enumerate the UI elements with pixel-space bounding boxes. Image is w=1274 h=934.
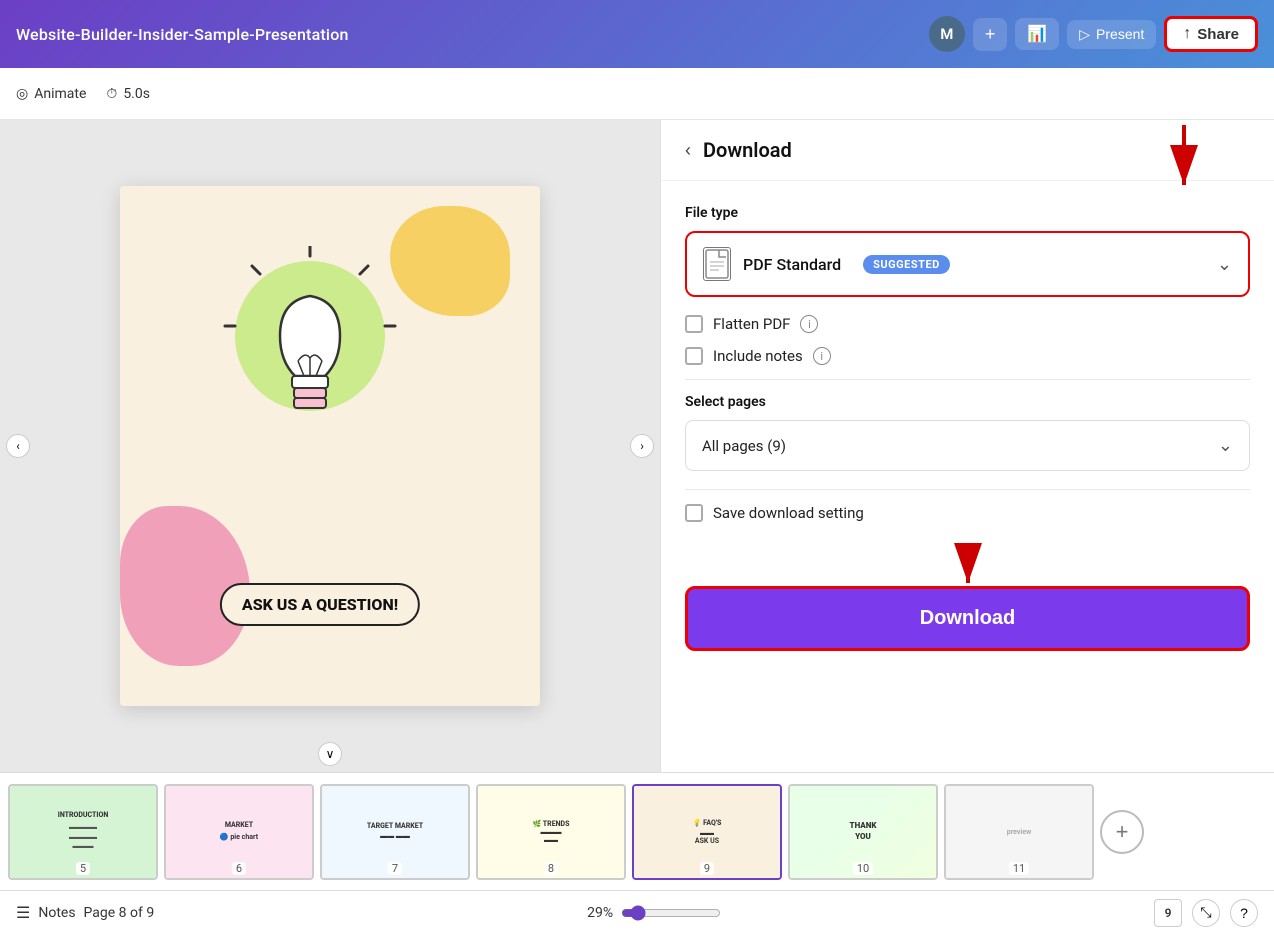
sub-toolbar: ◎ Animate ⏱ 5.0s	[0, 68, 1274, 120]
page-count-box: 9	[1154, 899, 1182, 927]
select-pages-dropdown[interactable]: All pages (9) ⌄	[685, 420, 1250, 471]
chevron-down-icon: ⌄	[1217, 254, 1232, 275]
zoom-percent: 29%	[587, 905, 613, 921]
back-icon: ‹	[685, 140, 691, 161]
save-setting-label: Save download setting	[713, 504, 864, 522]
page-info: Page 8 of 9	[84, 905, 155, 921]
add-button[interactable]: +	[973, 18, 1008, 51]
fullscreen-button[interactable]: ⤡	[1192, 899, 1220, 927]
help-icon: ?	[1240, 905, 1248, 921]
save-download-setting-row: Save download setting	[685, 504, 1250, 522]
animate-label: Animate	[34, 86, 86, 102]
filmstrip-slide-10[interactable]: THANKYOU 10	[788, 784, 938, 880]
include-notes-label: Include notes	[713, 347, 803, 365]
add-slide-button[interactable]: +	[1100, 810, 1144, 854]
suggested-badge: SUGGESTED	[863, 255, 950, 274]
filmstrip-slide-11[interactable]: preview 11	[944, 784, 1094, 880]
pdf-icon	[703, 247, 731, 281]
divider-2	[685, 489, 1250, 490]
filmstrip-slide-8[interactable]: 🌿 TRENDS ▬▬▬▬▬ 8	[476, 784, 626, 880]
header-title: Website-Builder-Insider-Sample-Presentat…	[16, 25, 349, 44]
help-button[interactable]: ?	[1230, 899, 1258, 927]
status-bar: ☰ Notes Page 8 of 9 29% 9 ⤡ ?	[0, 890, 1274, 934]
ask-question-text: ASK US A QUESTION!	[242, 595, 398, 614]
flatten-pdf-checkbox[interactable]	[685, 315, 703, 333]
slide-9-number: 9	[700, 862, 714, 875]
ask-question-box: ASK US A QUESTION!	[220, 583, 420, 626]
include-notes-info-icon[interactable]: i	[813, 347, 831, 365]
notes-icon: ☰	[16, 903, 30, 922]
plus-icon: +	[985, 24, 996, 45]
download-button-label: Download	[920, 607, 1016, 629]
canvas-area[interactable]: ASK US A QUESTION! ‹ › ∨	[0, 120, 660, 772]
share-label: Share	[1197, 26, 1239, 43]
include-notes-checkbox[interactable]	[685, 347, 703, 365]
divider-1	[685, 379, 1250, 380]
flatten-pdf-label: Flatten PDF	[713, 315, 790, 333]
file-type-name: PDF Standard	[743, 255, 841, 274]
slide-6-number: 6	[232, 862, 246, 875]
main-area: ASK US A QUESTION! ‹ › ∨ ‹ Download	[0, 120, 1274, 772]
scroll-right-button[interactable]: ›	[630, 434, 654, 458]
zoom-slider[interactable]	[621, 905, 721, 921]
header: Website-Builder-Insider-Sample-Presentat…	[0, 0, 1274, 68]
present-icon: ▷	[1079, 26, 1090, 43]
status-center: 29%	[587, 905, 721, 921]
slide-7-number: 7	[388, 862, 402, 875]
scroll-bottom-button[interactable]: ∨	[318, 742, 342, 766]
filmstrip-slide-6[interactable]: MARKET 🔵 pie chart 6	[164, 784, 314, 880]
slide-10-number: 10	[853, 862, 873, 875]
filmstrip-slide-9[interactable]: 💡 FAQ'S ▬▬ASK US 9	[632, 784, 782, 880]
duration-button[interactable]: ⏱ 5.0s	[106, 86, 150, 102]
clock-icon: ⏱	[106, 86, 117, 102]
file-type-selector[interactable]: PDF Standard SUGGESTED ⌄	[685, 231, 1250, 297]
animate-button[interactable]: ◎ Animate	[16, 86, 86, 102]
filmstrip-slide-5[interactable]: INTRODUCTION ▬▬▬▬▬▬▬▬▬▬▬ 5	[8, 784, 158, 880]
duration-label: 5.0s	[123, 86, 150, 102]
canvas-slide: ASK US A QUESTION!	[120, 186, 540, 706]
slide-11-number: 11	[1009, 862, 1029, 875]
save-setting-checkbox[interactable]	[685, 504, 703, 522]
present-button[interactable]: ▷ Present	[1067, 20, 1156, 49]
present-label: Present	[1096, 26, 1144, 42]
slide-8-number: 8	[544, 862, 558, 875]
status-left: ☰ Notes Page 8 of 9	[16, 903, 154, 922]
slide-5-number: 5	[76, 862, 90, 875]
animate-icon: ◎	[16, 86, 28, 102]
all-pages-label: All pages (9)	[702, 437, 786, 455]
share-button[interactable]: ↑ Share	[1164, 16, 1258, 52]
fullscreen-icon: ⤡	[1200, 904, 1211, 921]
analytics-icon: 📊	[1027, 24, 1047, 44]
panel-title: Download	[703, 138, 792, 162]
share-icon: ↑	[1183, 25, 1191, 43]
select-pages-label: Select pages	[685, 394, 1250, 410]
download-button[interactable]: Download	[685, 586, 1250, 651]
panel-body: File type PDF Standard SUGGESTED	[661, 181, 1274, 772]
select-pages-chevron-icon: ⌄	[1218, 435, 1233, 456]
flatten-pdf-info-icon[interactable]: i	[800, 315, 818, 333]
filmstrip: INTRODUCTION ▬▬▬▬▬▬▬▬▬▬▬ 5 MARKET 🔵 pie …	[0, 772, 1274, 890]
status-right: 9 ⤡ ?	[1154, 899, 1258, 927]
avatar[interactable]: M	[929, 16, 965, 52]
panel-back-button[interactable]: ‹	[685, 140, 691, 161]
file-type-label: File type	[685, 205, 1250, 221]
scroll-left-button[interactable]: ‹	[6, 434, 30, 458]
include-notes-row: Include notes i	[685, 347, 1250, 365]
notes-label[interactable]: Notes	[38, 905, 75, 921]
file-type-left: PDF Standard SUGGESTED	[703, 247, 950, 281]
header-controls: M + 📊 ▷ Present ↑ Share	[929, 16, 1258, 52]
lightbulb-illustration	[220, 246, 420, 496]
flatten-pdf-row: Flatten PDF i	[685, 315, 1250, 333]
analytics-button[interactable]: 📊	[1015, 18, 1059, 50]
filmstrip-slide-7[interactable]: TARGET MARKET ▬▬ ▬▬ 7	[320, 784, 470, 880]
panel-header: ‹ Download	[661, 120, 1274, 181]
download-panel: ‹ Download File type	[660, 120, 1274, 772]
